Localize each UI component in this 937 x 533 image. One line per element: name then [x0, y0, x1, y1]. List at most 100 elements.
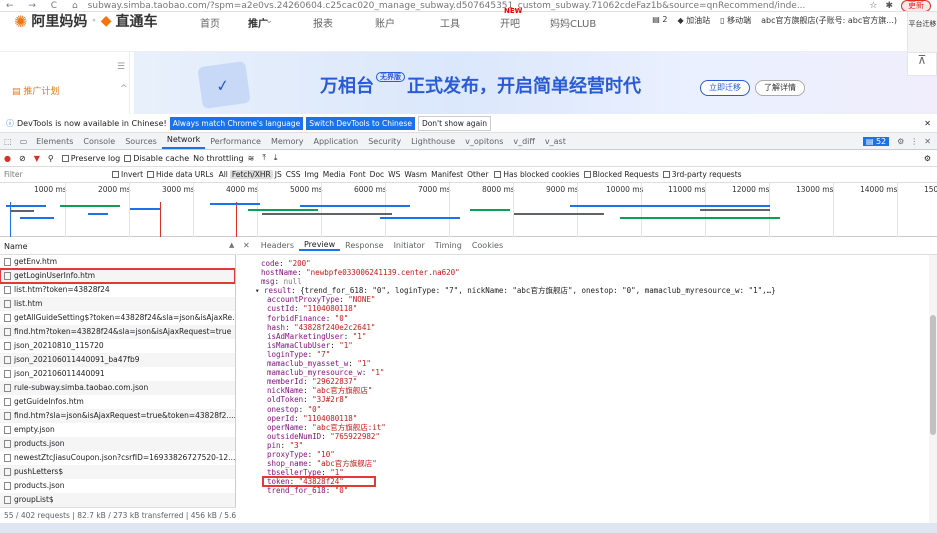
preserve-log-checkbox[interactable] — [61, 154, 69, 162]
nav-home[interactable]: 首页 — [200, 15, 220, 30]
filter-all[interactable]: All — [217, 170, 230, 179]
plan-menu-item[interactable]: ▤ 推广计划 — [12, 84, 59, 97]
request-row[interactable]: newestZtcJiasuCoupon.json?csrfID=1693382… — [0, 451, 235, 465]
tab-lighthouse[interactable]: Lighthouse — [406, 137, 460, 146]
filter-manifest[interactable]: Manifest — [429, 170, 465, 179]
filter-media[interactable]: Media — [321, 170, 348, 179]
tab-v-opitons[interactable]: v_opitons — [460, 137, 508, 146]
hide-data-urls-checkbox[interactable] — [147, 171, 155, 178]
tab-performance[interactable]: Performance — [205, 137, 266, 146]
message-count[interactable]: ▤ 2 — [652, 15, 667, 26]
account-name[interactable]: abc官方旗舰店(子账号: abc官方旗...) — [761, 15, 897, 26]
record-icon[interactable]: ● — [0, 154, 15, 163]
request-row[interactable]: groupList$ — [0, 493, 235, 507]
tab-console[interactable]: Console — [78, 137, 120, 146]
extension-icon[interactable]: ✱ — [885, 1, 893, 11]
nav-report[interactable]: 报表 — [313, 15, 333, 30]
clear-icon[interactable]: ⊘ — [15, 154, 30, 163]
scroll-top-button[interactable]: ⊼ — [907, 52, 937, 76]
request-row[interactable]: products.json — [0, 479, 235, 493]
tab-application[interactable]: Application — [309, 137, 364, 146]
request-row-selected[interactable]: getLoginUserInfo.htm — [0, 268, 235, 284]
site-logo[interactable]: ✺ 阿里妈妈 · ◆ 直通车 — [14, 11, 158, 31]
throttling-select[interactable]: No throttling — [193, 154, 244, 163]
request-row[interactable]: empty.json — [0, 423, 235, 437]
preview-result-line[interactable]: ▾ result: {trend_for_618: "0", loginType… — [237, 286, 929, 295]
nav-tools[interactable]: 工具 — [440, 15, 460, 30]
request-row[interactable]: getGuideInfos.htm — [0, 395, 235, 409]
upload-icon[interactable]: ⤒ — [258, 153, 270, 163]
close-detail-icon[interactable]: ✕ — [237, 241, 256, 250]
request-row[interactable]: find.htm?token=43828f24&sla=json&isAjaxR… — [0, 325, 235, 339]
tab-sources[interactable]: Sources — [120, 137, 162, 146]
tab-elements[interactable]: Elements — [31, 137, 78, 146]
filter-js[interactable]: JS — [273, 170, 284, 179]
request-row[interactable]: list.htm — [0, 297, 235, 311]
star-icon[interactable]: ☆ — [869, 1, 877, 11]
mobile-link[interactable]: ▯ 移动端 — [720, 15, 751, 26]
tab-headers[interactable]: Headers — [256, 241, 299, 250]
issues-badge[interactable]: ▤ 52 — [862, 136, 890, 146]
preview-pane[interactable]: code: "200" hostName: "newbpfe0330062411… — [237, 255, 929, 523]
request-row[interactable]: getEnv.htm — [0, 255, 235, 269]
network-timeline-overview[interactable]: 1000 ms 2000 ms 3000 ms 4000 ms 5000 ms … — [0, 183, 937, 237]
close-devtools-icon[interactable]: ✕ — [924, 137, 931, 146]
disable-cache-checkbox[interactable] — [124, 154, 132, 162]
match-language-button[interactable]: Always match Chrome's language — [169, 117, 304, 130]
download-icon[interactable]: ⤓ — [270, 153, 282, 163]
request-row[interactable]: products.json — [0, 437, 235, 451]
platform-migrate-button[interactable]: 平台迁移 — [907, 12, 937, 52]
tab-preview[interactable]: Preview — [299, 240, 341, 251]
filter-img[interactable]: Img — [303, 170, 321, 179]
close-icon[interactable]: ✕ — [924, 119, 931, 128]
learn-more-button[interactable]: 了解详情 — [755, 80, 805, 96]
tab-timing[interactable]: Timing — [430, 241, 467, 250]
filter-css[interactable]: CSS — [284, 170, 303, 179]
inspect-icon[interactable]: ⬚ — [0, 137, 16, 146]
filter-input[interactable]: Filter — [0, 170, 108, 179]
preview-scrollbar[interactable] — [929, 255, 937, 523]
url-text[interactable]: subway.simba.taobao.com/?spm=a2e0vs.2426… — [88, 1, 806, 11]
request-list-header[interactable]: Name — [0, 237, 236, 255]
nav-kaiba[interactable]: NEW 开吧 — [500, 7, 522, 30]
nav-account[interactable]: 账户 — [375, 15, 395, 30]
settings-icon[interactable]: ⚙ — [897, 137, 904, 146]
tab-memory[interactable]: Memory — [266, 137, 309, 146]
browser-nav-icons[interactable]: ← → C ⌂ — [6, 1, 84, 11]
request-row[interactable]: json_202106011440091_ba47fb9 — [0, 353, 235, 367]
request-row[interactable]: getAllGuideSetting$?token=43828f24&sla=j… — [0, 311, 235, 325]
third-party-checkbox[interactable] — [662, 171, 670, 178]
tab-security[interactable]: Security — [363, 137, 406, 146]
request-row[interactable]: json_202106011440091 — [0, 367, 235, 381]
invert-checkbox[interactable] — [112, 171, 119, 178]
tab-network[interactable]: Network — [161, 133, 206, 149]
tab-v-ast[interactable]: v_ast — [540, 137, 571, 146]
gas-station-link[interactable]: ◆ 加油站 — [677, 15, 710, 26]
filter-font[interactable]: Font — [347, 170, 367, 179]
filter-icon[interactable]: ▼ — [30, 154, 44, 163]
network-settings-icon[interactable]: ⚙ — [924, 154, 931, 163]
tab-response[interactable]: Response — [340, 241, 388, 250]
scroll-up-arrow[interactable]: ▲ — [229, 241, 234, 249]
tab-initiator[interactable]: Initiator — [389, 241, 430, 250]
tab-v-diff[interactable]: v_diff — [508, 137, 540, 146]
request-row[interactable]: json_20210810_115720 — [0, 339, 235, 353]
chevron-up-icon[interactable]: ^ — [120, 84, 128, 94]
request-row[interactable]: rule-subway.simba.taobao.com.json — [0, 381, 235, 395]
blocked-cookies-checkbox[interactable] — [494, 171, 502, 178]
migrate-now-button[interactable]: 立即迁移 — [700, 80, 750, 96]
more-icon[interactable]: ⋮ — [910, 137, 918, 146]
request-row[interactable]: pushLetters$ — [0, 465, 235, 479]
filter-fetch-xhr[interactable]: Fetch/XHR — [229, 170, 273, 179]
update-button[interactable]: 更新 — [901, 0, 931, 11]
filter-other[interactable]: Other — [465, 170, 490, 179]
search-icon[interactable]: ⚲ — [44, 154, 58, 163]
filter-doc[interactable]: Doc — [368, 170, 387, 179]
menu-icon[interactable]: ☰ — [117, 62, 125, 72]
request-row[interactable]: find.htm?sla=json&isAjaxRequest=true&tok… — [0, 409, 235, 423]
filter-ws[interactable]: WS — [386, 170, 402, 179]
wifi-icon[interactable]: ≋ — [244, 154, 259, 163]
device-toggle-icon[interactable]: ▭ — [16, 137, 32, 146]
filter-wasm[interactable]: Wasm — [402, 170, 429, 179]
tab-cookies[interactable]: Cookies — [467, 241, 508, 250]
